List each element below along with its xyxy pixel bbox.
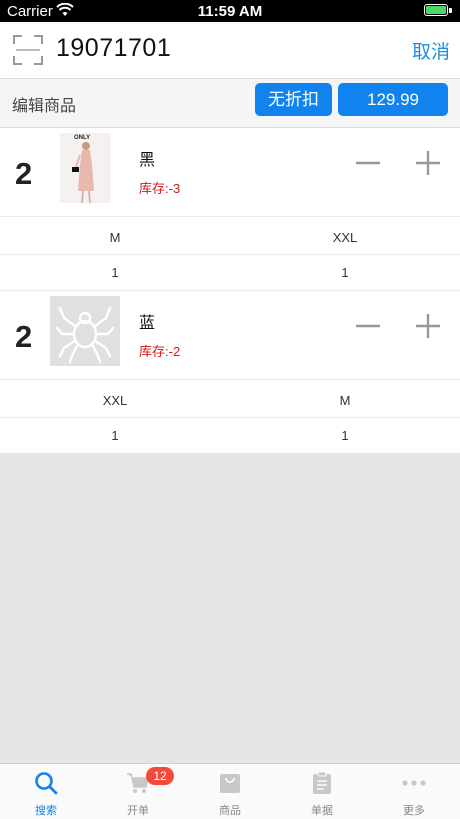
tab-order[interactable]: 12 开单 — [92, 764, 184, 819]
status-bar: Carrier 11:59 AM — [0, 0, 460, 22]
size-grid: M XXL 1 1 — [0, 217, 460, 291]
tab-label: 开单 — [127, 805, 149, 817]
tab-label: 更多 — [403, 805, 425, 817]
discount-button[interactable]: 无折扣 — [255, 83, 332, 116]
order-number: 19071701 — [56, 34, 172, 62]
size-grid: XXL M 1 1 — [0, 380, 460, 454]
size-label: M — [109, 230, 121, 245]
more-icon — [402, 771, 426, 795]
size-label: XXL — [102, 393, 128, 408]
cancel-button[interactable]: 取消 — [412, 37, 450, 64]
price-button[interactable]: 129.99 — [338, 83, 448, 116]
tab-bar: 搜索 12 开单 商品 单据 更多 — [0, 763, 460, 819]
product-row: 2 蓝 库存:-2 — [0, 291, 460, 380]
placeholder-image-icon[interactable] — [50, 296, 120, 366]
tab-label: 搜索 — [35, 805, 57, 817]
document-icon — [310, 771, 334, 795]
size-count[interactable]: 1 — [230, 265, 460, 280]
edit-bar: 编辑商品 无折扣 129.99 — [0, 79, 460, 128]
minus-icon[interactable] — [355, 150, 381, 176]
svg-text:ONLY: ONLY — [74, 135, 90, 141]
size-count[interactable]: 1 — [0, 428, 230, 443]
product-color-name: 蓝 — [139, 315, 156, 332]
size-label: XXL — [332, 230, 358, 245]
cart-badge: 12 — [146, 767, 174, 785]
bag-icon — [218, 771, 242, 795]
product-image[interactable]: ONLY — [60, 133, 111, 203]
size-label: M — [339, 393, 351, 408]
product-item: 2 蓝 库存:-2 XXL M 1 1 — [0, 290, 460, 453]
edit-goods-label: 编辑商品 — [12, 98, 77, 115]
plus-icon[interactable] — [415, 150, 441, 176]
plus-icon[interactable] — [415, 313, 441, 339]
tab-more[interactable]: 更多 — [368, 764, 460, 819]
top-bar: 19071701 取消 — [0, 22, 460, 79]
product-row: 2 ONLY 黑 库存:-3 — [0, 128, 460, 217]
battery-icon — [424, 4, 448, 16]
minus-icon[interactable] — [355, 313, 381, 339]
product-color-name: 黑 — [139, 152, 156, 169]
tab-label: 商品 — [219, 805, 241, 817]
size-count[interactable]: 1 — [230, 428, 460, 443]
tab-documents[interactable]: 单据 — [276, 764, 368, 819]
search-icon — [34, 771, 58, 795]
size-count[interactable]: 1 — [0, 265, 230, 280]
grid-divider — [0, 254, 460, 255]
tab-search[interactable]: 搜索 — [0, 764, 92, 819]
scan-icon[interactable] — [12, 34, 44, 66]
product-item: 2 ONLY 黑 库存:-3 M XXL 1 1 — [0, 128, 460, 291]
product-quantity: 2 — [15, 156, 33, 191]
clock: 11:59 AM — [197, 3, 263, 20]
stock-warning: 库存:-2 — [139, 344, 181, 359]
product-quantity: 2 — [15, 319, 33, 354]
tab-goods[interactable]: 商品 — [184, 764, 276, 819]
stock-warning: 库存:-3 — [139, 181, 181, 196]
tab-label: 单据 — [311, 805, 333, 817]
battery-cap — [449, 8, 452, 13]
grid-divider — [0, 417, 460, 418]
